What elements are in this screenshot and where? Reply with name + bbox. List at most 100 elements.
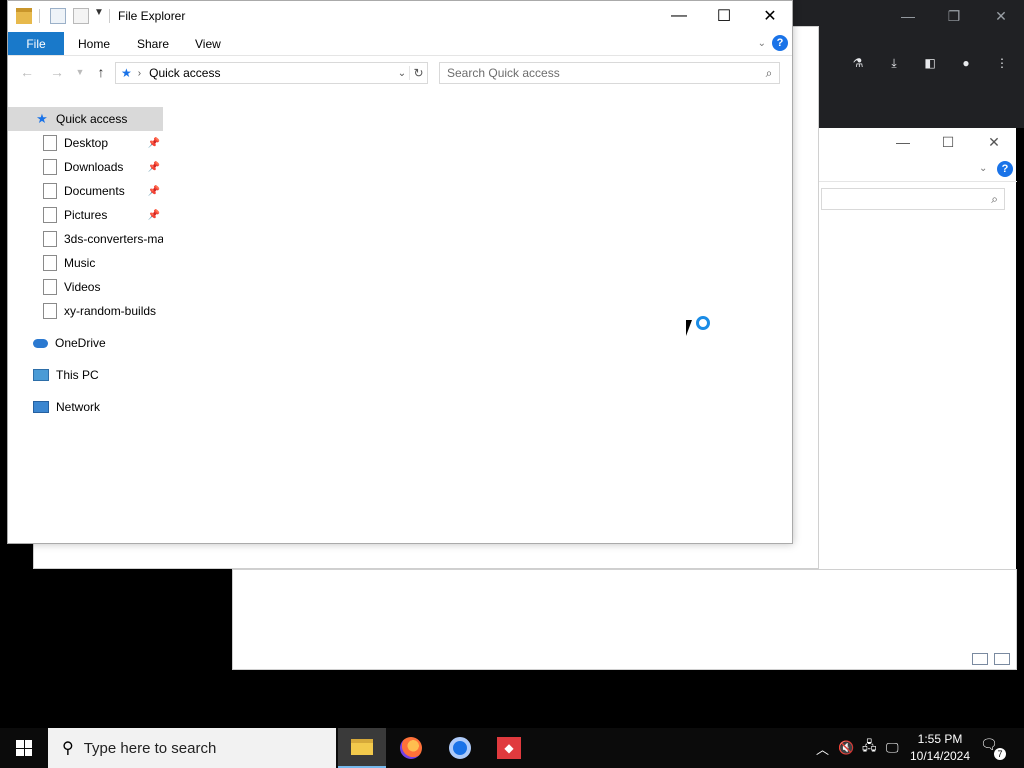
profile-avatar-icon[interactable]: ● (955, 52, 977, 74)
search-icon: ⚲ (62, 740, 74, 757)
nav-item-music[interactable]: Music (8, 251, 163, 275)
side-panel-icon[interactable]: ◧ (919, 52, 941, 74)
taskbar-firefox[interactable] (387, 728, 435, 768)
address-dropdown-icon[interactable]: ⌄ (395, 68, 409, 79)
nav-item-videos[interactable]: Videos (8, 275, 163, 299)
folder-icon (43, 303, 57, 319)
desktop-icon (43, 135, 57, 151)
file-explorer-icon (351, 739, 373, 755)
address-box[interactable]: ★ › Quick access ⌄ ↻ (115, 62, 428, 84)
taskbar-app-red[interactable]: ◆ (485, 728, 533, 768)
address-bar-row: ← → ▼ ↑ ★ › Quick access ⌄ ↻ ⌕ (8, 57, 792, 87)
properties-icon[interactable] (50, 8, 66, 24)
bg-search-icon: ⌕ (991, 192, 998, 206)
title-bar: ▼ File Explorer — ☐ ✕ (8, 1, 792, 32)
tab-share[interactable]: Share (137, 37, 169, 51)
nav-onedrive[interactable]: OneDrive (8, 331, 163, 355)
chrome-icon (449, 737, 471, 759)
folder-icon (16, 8, 32, 24)
start-button[interactable] (0, 728, 48, 768)
bg-ribbon: ⌄ ? (819, 158, 1017, 182)
windows-logo-icon (16, 740, 32, 756)
nav-quick-access[interactable]: ★ Quick access (8, 107, 163, 131)
tray-overflow-icon[interactable]: ︿ (816, 728, 829, 768)
tab-home[interactable]: Home (78, 37, 110, 51)
bg-maximize-icon[interactable]: ☐ (938, 134, 958, 151)
background-browser: — ❐ ✕ ⚗ ⤓ ◧ ● ⋮ (793, 0, 1024, 128)
ribbon: File Home Share View ⌄ ? (8, 32, 792, 56)
search-box[interactable]: ⌕ (439, 62, 780, 84)
bg-ribbon-expand-icon[interactable]: ⌄ (979, 163, 987, 174)
nav-item-xy-random-builds[interactable]: xy-random-builds (8, 299, 163, 323)
forward-arrow-icon[interactable]: → (48, 64, 66, 80)
help-icon[interactable]: ? (772, 35, 788, 51)
search-input[interactable] (447, 66, 759, 80)
ribbon-controls: ⌄ ? (758, 35, 788, 51)
up-arrow-icon[interactable]: ↑ (92, 64, 110, 80)
details-view-icon[interactable] (972, 653, 988, 665)
taskbar-search[interactable]: ⚲ Type here to search (48, 728, 336, 768)
videos-icon (43, 279, 57, 295)
nav-label: Desktop (64, 136, 109, 150)
close-button[interactable]: ✕ (747, 1, 793, 31)
expand-ribbon-icon[interactable]: ⌄ (758, 38, 766, 49)
volume-muted-icon[interactable]: 🔇 (838, 728, 854, 768)
nav-this-pc[interactable]: This PC (8, 363, 163, 387)
pictures-icon (43, 207, 57, 223)
maximize-button[interactable]: ☐ (701, 1, 747, 31)
recent-locations-chevron-icon[interactable]: ▼ (71, 67, 89, 77)
divider (109, 9, 110, 23)
nav-item-downloads[interactable]: Downloads 📌 (8, 155, 163, 179)
window-title: File Explorer (118, 9, 186, 23)
background-titlebar: — ☐ ✕ (819, 128, 1017, 158)
bg-help-icon[interactable]: ? (997, 161, 1013, 177)
loading-ring-icon (696, 316, 710, 330)
pin-icon: 📌 (147, 137, 160, 149)
display-tray-icon[interactable]: 🖵 (886, 728, 899, 768)
network-tray-icon[interactable]: 🖧 (862, 728, 877, 768)
taskbar-file-explorer[interactable] (338, 728, 386, 768)
bg-close-icon[interactable]: ✕ (984, 134, 1004, 151)
new-folder-icon[interactable] (73, 8, 89, 24)
nav-label: Documents (64, 184, 125, 198)
search-icon[interactable]: ⌕ (759, 66, 779, 81)
documents-icon (43, 183, 57, 199)
notification-center-icon[interactable]: 🗨 7 (980, 736, 1006, 760)
nav-item-pictures[interactable]: Pictures 📌 (8, 203, 163, 227)
background-window-c (232, 569, 1017, 670)
taskbar-chrome[interactable] (436, 728, 484, 768)
nav-label: Pictures (64, 208, 108, 222)
tab-view[interactable]: View (195, 37, 221, 51)
star-icon: ★ (36, 111, 48, 126)
breadcrumb-location[interactable]: Quick access (149, 66, 395, 80)
back-arrow-icon[interactable]: ← (18, 64, 36, 80)
nav-label: Network (56, 400, 101, 414)
nav-item-3ds-converters[interactable]: 3ds-converters-ma (8, 227, 163, 251)
browser-menu-icon[interactable]: ⋮ (991, 52, 1013, 74)
pin-icon: 📌 (147, 209, 160, 221)
minimize-button[interactable]: — (656, 1, 702, 31)
quick-access-star-icon: ★ (121, 66, 132, 80)
labs-flask-icon[interactable]: ⚗ (847, 52, 869, 74)
browser-restore-icon[interactable]: ❐ (944, 8, 964, 25)
bg-search-box[interactable]: ⌕ (821, 188, 1005, 210)
download-icon[interactable]: ⤓ (883, 52, 905, 74)
file-tab[interactable]: File (8, 32, 64, 55)
breadcrumb-chevron-icon[interactable]: › (138, 68, 141, 79)
customize-toolbar-chevron-icon[interactable]: ▼ (94, 7, 104, 18)
bg-minimize-icon[interactable]: — (893, 134, 913, 150)
nav-label: OneDrive (55, 336, 106, 350)
nav-item-documents[interactable]: Documents 📌 (8, 179, 163, 203)
clock[interactable]: 1:55 PM 10/14/2024 (908, 731, 972, 765)
large-icons-view-icon[interactable] (994, 653, 1010, 665)
firefox-icon (400, 737, 422, 759)
nav-label: 3ds-converters-ma (64, 232, 163, 246)
browser-close-icon[interactable]: ✕ (991, 8, 1011, 25)
pin-icon: 📌 (147, 161, 160, 173)
browser-minimize-icon[interactable]: — (898, 8, 918, 24)
nav-label: Quick access (56, 112, 128, 126)
nav-item-desktop[interactable]: Desktop 📌 (8, 131, 163, 155)
nav-network[interactable]: Network (8, 395, 163, 419)
refresh-icon[interactable]: ↻ (409, 66, 427, 80)
busy-cursor-icon (686, 316, 714, 344)
